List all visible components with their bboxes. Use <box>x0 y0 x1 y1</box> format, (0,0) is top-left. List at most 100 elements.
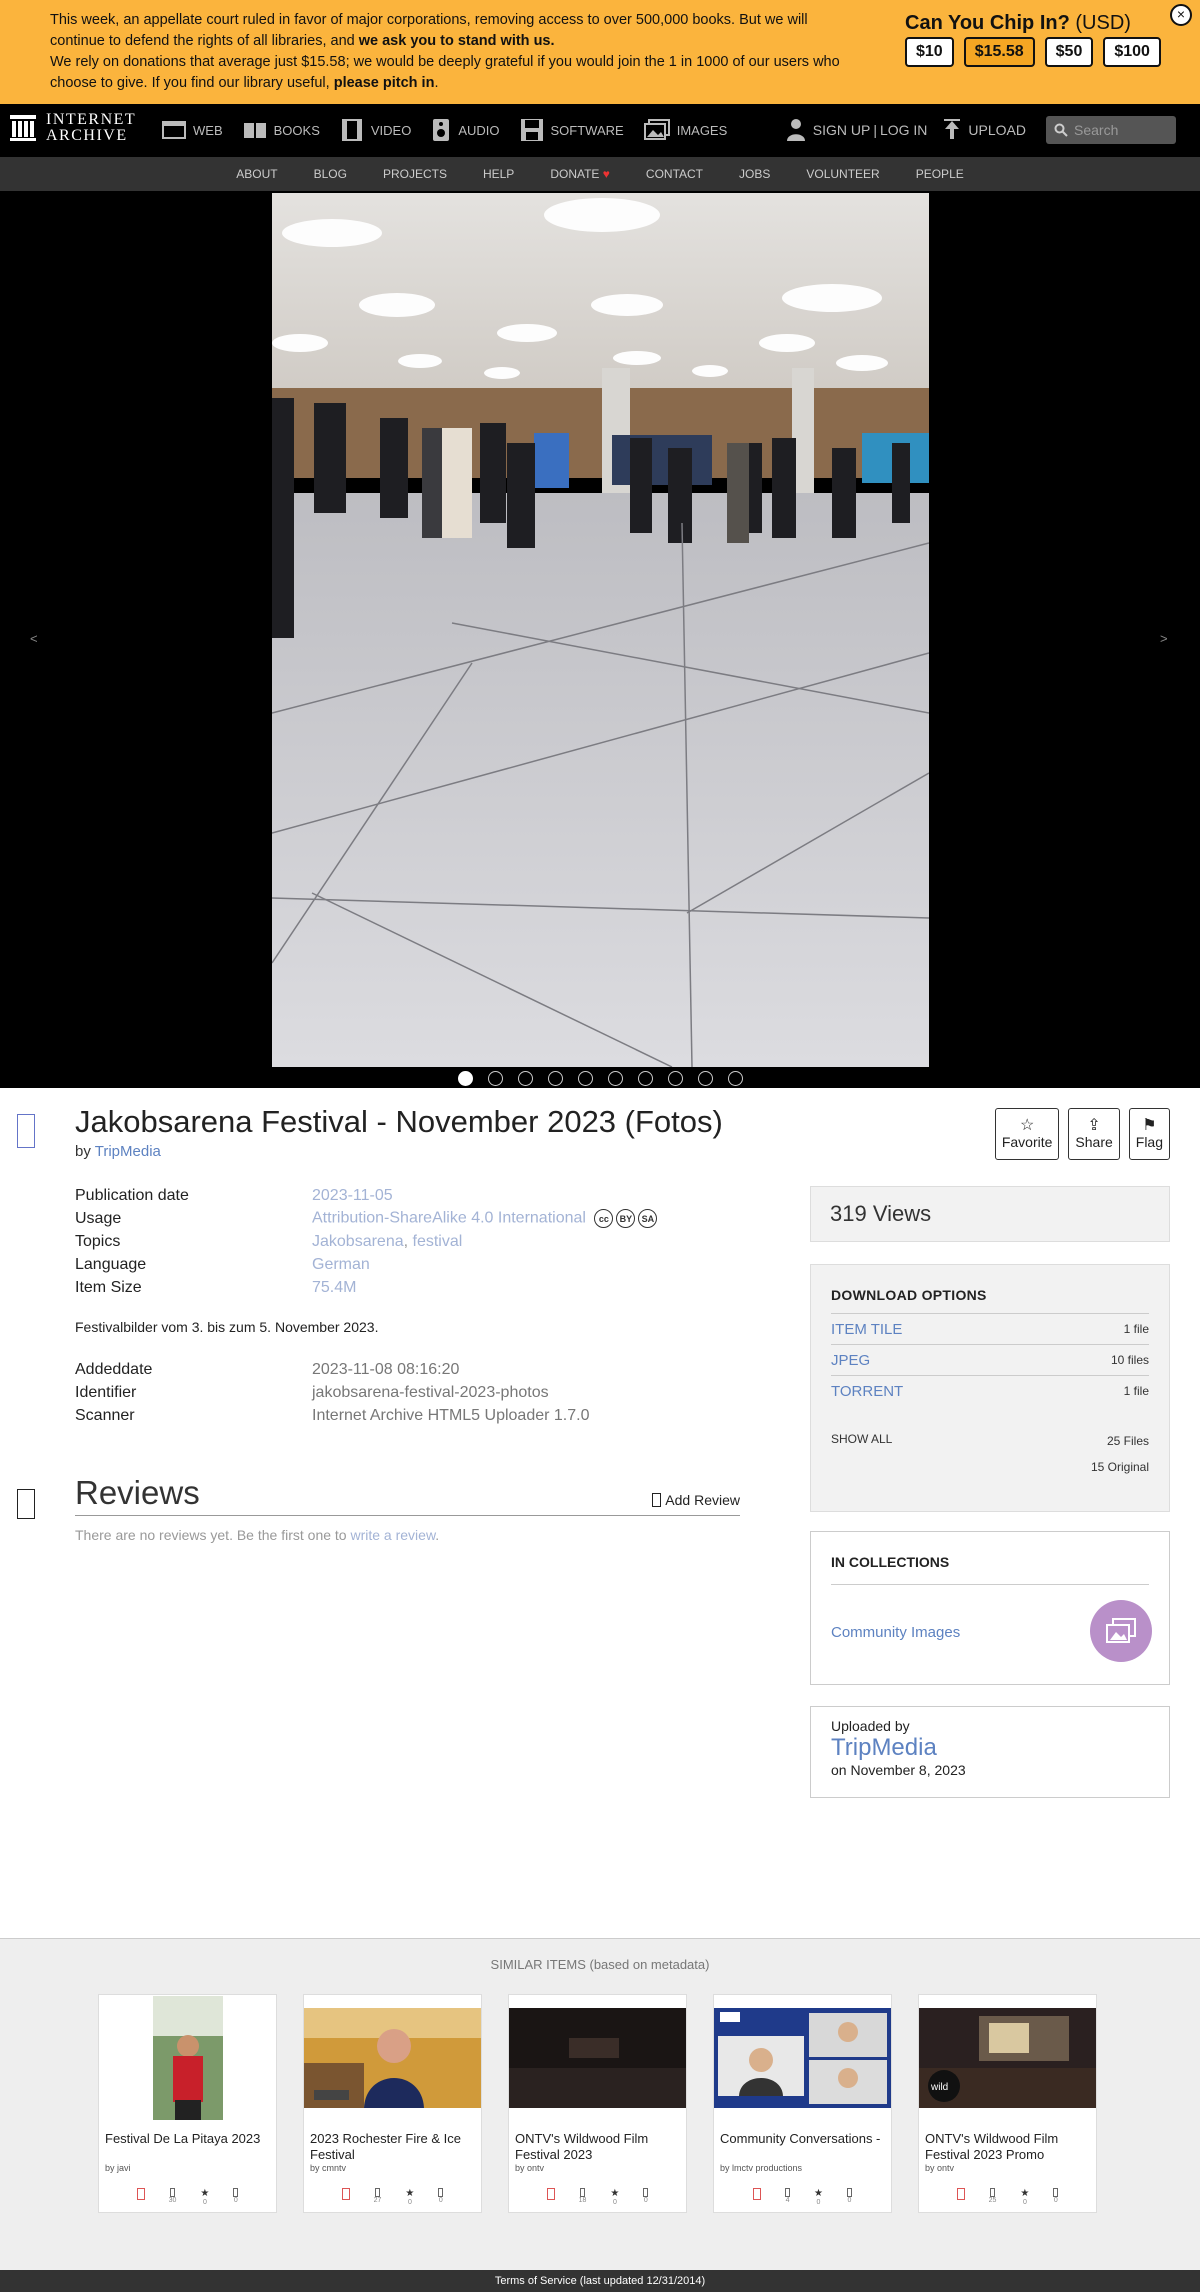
media-type-stat <box>546 2188 555 2206</box>
carousel-dot[interactable] <box>698 1071 713 1086</box>
carousel-dot[interactable] <box>638 1071 653 1086</box>
similar-item-thumbnail[interactable] <box>304 1995 481 2121</box>
carousel-photo <box>272 193 929 1067</box>
image-type-icon <box>17 1114 35 1148</box>
subnav-jobs[interactable]: JOBS <box>739 167 770 181</box>
similar-item-card[interactable]: wild ONTV's Wildwood Film Festival 2023 P… <box>918 1994 1097 2213</box>
upload-link[interactable]: UPLOAD <box>943 119 1026 141</box>
nav-books[interactable]: BOOKS <box>243 118 320 142</box>
banner-text-bold-1: we ask you to stand with us. <box>358 33 555 49</box>
image-type-icon <box>546 2188 555 2200</box>
reviews-stat: 0 <box>233 2188 239 2206</box>
topic-link-jakobsarena[interactable]: Jakobsarena <box>312 1233 404 1250</box>
nav-images[interactable]: IMAGES <box>643 118 727 142</box>
download-torrent-link[interactable]: TORRENT <box>831 1383 903 1400</box>
search-input[interactable] <box>1074 122 1174 138</box>
similar-item-card[interactable]: 2023 Rochester Fire & Ice Festival by cmn… <box>303 1994 482 2213</box>
reviews-icon <box>643 2188 649 2197</box>
subnav-people[interactable]: PEOPLE <box>916 167 964 181</box>
download-jpeg-link[interactable]: JPEG <box>831 1352 870 1369</box>
similar-item-thumbnail[interactable] <box>509 1995 686 2121</box>
collection-link[interactable]: Community Images <box>831 1624 960 1641</box>
similar-item-thumbnail[interactable] <box>99 1995 276 2121</box>
subnav-volunteer[interactable]: VOLUNTEER <box>806 167 879 181</box>
nav-audio-label: AUDIO <box>458 122 500 138</box>
similar-item-card[interactable]: Festival De La Pitaya 2023 by javi 30 ★ 0 0 <box>98 1994 277 2213</box>
similar-item-title[interactable]: ONTV's Wildwood Film Festival 2023 <box>515 2131 683 2163</box>
subnav-blog[interactable]: BLOG <box>314 167 347 181</box>
nav-software[interactable]: SOFTWARE <box>520 118 624 142</box>
write-review-link[interactable]: write a review <box>350 1527 435 1543</box>
books-icon <box>243 123 266 138</box>
login-link[interactable]: LOG IN <box>880 122 927 138</box>
flag-button[interactable]: ⚑ Flag <box>1128 1108 1170 1160</box>
license-link[interactable]: Attribution-ShareAlike 4.0 International <box>312 1210 586 1227</box>
subnav-about[interactable]: ABOUT <box>236 167 277 181</box>
carousel-dot[interactable] <box>488 1071 503 1086</box>
signup-link[interactable]: SIGN UP <box>813 122 871 138</box>
donate-amount-button[interactable]: $50 <box>1044 37 1094 67</box>
media-nav: WEB BOOKS VIDEO AUDIO SOFTWARE IMAGES <box>162 118 747 142</box>
similar-item-title[interactable]: ONTV's Wildwood Film Festival 2023 Promo <box>925 2131 1093 2163</box>
topic-link-festival[interactable]: festival <box>413 1233 463 1250</box>
flag-icon: ⚑ <box>1142 1117 1157 1134</box>
item-size-value: 75.4M <box>312 1278 357 1296</box>
donate-amount-button[interactable]: $100 <box>1103 37 1161 67</box>
original-files[interactable]: 15 Original <box>1091 1454 1149 1480</box>
views-icon <box>375 2188 380 2197</box>
views-count: 30 <box>168 2197 177 2204</box>
carousel-dot[interactable] <box>608 1071 623 1086</box>
reviews-heading: Reviews <box>75 1474 200 1511</box>
collections-title: IN COLLECTIONS <box>831 1554 1149 1585</box>
close-banner-button[interactable]: × <box>1170 4 1192 26</box>
donate-amount-button[interactable]: $15.58 <box>963 37 1035 67</box>
language-link[interactable]: German <box>312 1256 370 1273</box>
download-item-tile-link[interactable]: ITEM TILE <box>831 1321 902 1338</box>
author-link[interactable]: TripMedia <box>95 1143 161 1160</box>
uploader-link[interactable]: TripMedia <box>831 1734 1149 1762</box>
cc-license-icons: cc BY SA <box>594 1209 658 1228</box>
attribution-icon: BY <box>616 1209 636 1228</box>
subnav-help[interactable]: HELP <box>483 167 514 181</box>
similar-item-thumbnail[interactable] <box>714 1995 891 2121</box>
subnav-donate[interactable]: DONATE ♥ <box>550 167 610 181</box>
show-all-link[interactable]: SHOW ALL <box>831 1432 892 1480</box>
uploaded-by-label: Uploaded by <box>831 1718 910 1734</box>
add-review-button[interactable]: Add Review <box>652 1492 740 1508</box>
reviews-icon <box>17 1489 35 1519</box>
nav-web[interactable]: WEB <box>162 118 223 142</box>
similar-item-title[interactable]: 2023 Rochester Fire & Ice Festival <box>310 2131 478 2163</box>
carousel-dot[interactable] <box>458 1071 473 1086</box>
nav-audio[interactable]: AUDIO <box>431 118 500 142</box>
similar-item-title[interactable]: Community Conversations - <box>720 2131 888 2147</box>
carousel-dot[interactable] <box>668 1071 683 1086</box>
pitch-in-link[interactable]: please pitch in <box>334 75 435 91</box>
carousel-dot[interactable] <box>728 1071 743 1086</box>
favorite-button[interactable]: ☆ Favorite <box>994 1108 1060 1160</box>
star-icon: ★ <box>610 2188 620 2199</box>
internet-archive-logo[interactable]: INTERNET ARCHIVE <box>8 112 136 144</box>
carousel-dot[interactable] <box>578 1071 593 1086</box>
community-images-icon[interactable] <box>1090 1600 1152 1662</box>
next-arrow[interactable]: > <box>1160 631 1168 646</box>
similar-item-thumbnail[interactable]: wild <box>919 1995 1096 2121</box>
meta-value: Internet Archive HTML5 Uploader 1.7.0 <box>312 1406 590 1424</box>
donate-amount-button[interactable]: $10 <box>905 37 954 67</box>
footer-terms[interactable]: Terms of Service (last updated 12/31/201… <box>0 2270 1200 2292</box>
similar-item-card[interactable]: Community Conversations - by lmctv produc… <box>713 1994 892 2213</box>
publication-date-link[interactable]: 2023-11-05 <box>312 1187 393 1204</box>
total-files[interactable]: 25 Files <box>1091 1428 1149 1454</box>
meta-scanner: Scanner Internet Archive HTML5 Uploader … <box>75 1404 589 1427</box>
nav-video[interactable]: VIDEO <box>340 118 411 142</box>
item-actions: ☆ Favorite ⇪ Share ⚑ Flag <box>994 1108 1170 1160</box>
carousel-dot[interactable] <box>518 1071 533 1086</box>
carousel-dot[interactable] <box>548 1071 563 1086</box>
similar-item-author: by ontv <box>925 2163 955 2173</box>
subnav-contact[interactable]: CONTACT <box>646 167 703 181</box>
subnav-projects[interactable]: PROJECTS <box>383 167 447 181</box>
share-icon: ⇪ <box>1087 1117 1101 1134</box>
prev-arrow[interactable]: < <box>30 631 38 646</box>
share-button[interactable]: ⇪ Share <box>1068 1108 1120 1160</box>
similar-item-card[interactable]: ONTV's Wildwood Film Festival 2023 by ont… <box>508 1994 687 2213</box>
similar-item-title[interactable]: Festival De La Pitaya 2023 <box>105 2131 273 2147</box>
